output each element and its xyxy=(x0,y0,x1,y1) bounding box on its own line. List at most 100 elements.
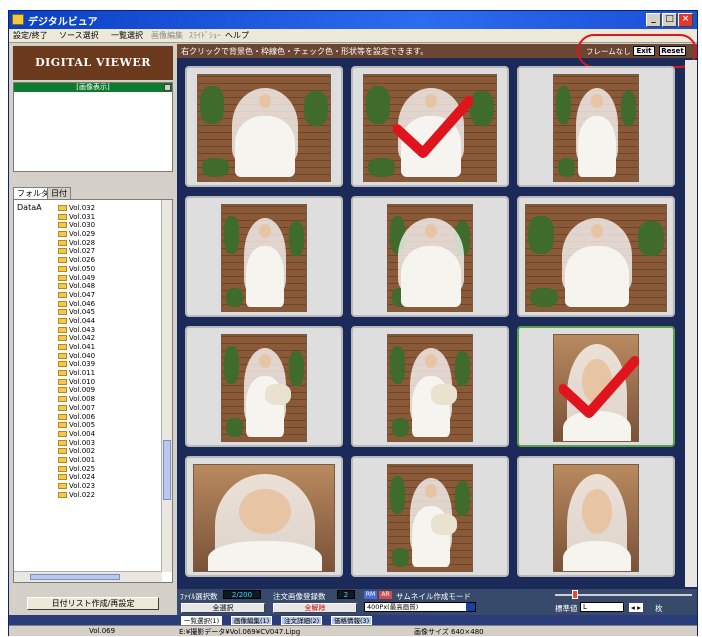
thumbnail-cell[interactable] xyxy=(517,66,675,187)
folder-item[interactable]: Vol.030 xyxy=(58,221,158,230)
thumb-mode-label: サムネイル作成モード xyxy=(396,592,471,601)
folder-item[interactable]: Vol.031 xyxy=(58,213,158,222)
folder-item[interactable]: Vol.026 xyxy=(58,256,158,265)
thumbnail-cell[interactable] xyxy=(351,196,509,317)
close-button[interactable]: × xyxy=(678,13,693,27)
folder-item[interactable]: Vol.049 xyxy=(58,274,158,283)
thumbnail-cell[interactable] xyxy=(351,456,509,577)
folder-tree[interactable]: DataA Vol.032 Vol.031 Vol.030 Vol.029 Vol.02… xyxy=(13,199,173,583)
folder-label: Vol.029 xyxy=(69,230,96,239)
folder-item[interactable]: Vol.023 xyxy=(58,482,158,491)
folder-item[interactable]: Vol.009 xyxy=(58,386,158,395)
folder-label: Vol.011 xyxy=(69,369,96,378)
menu-help[interactable]: ヘルプ xyxy=(225,30,249,41)
thumbnail-cell[interactable] xyxy=(185,456,343,577)
thumbnail-cell[interactable] xyxy=(351,326,509,447)
folder-item[interactable]: Vol.006 xyxy=(58,413,158,422)
thumbnail-cell[interactable] xyxy=(517,196,675,317)
menu-settings[interactable]: 設定/終了 xyxy=(13,30,48,41)
folder-item[interactable]: Vol.027 xyxy=(58,247,158,256)
folder-item[interactable]: Vol.044 xyxy=(58,317,158,326)
maximize-button[interactable]: □ xyxy=(662,13,677,27)
folder-item[interactable]: Vol.043 xyxy=(58,326,158,335)
folder-item[interactable]: Vol.042 xyxy=(58,334,158,343)
folder-item[interactable]: Vol.025 xyxy=(58,465,158,474)
folder-label: Vol.022 xyxy=(69,490,96,499)
menu-list[interactable]: 一覧選択 xyxy=(111,30,143,41)
thumbnail-cell[interactable] xyxy=(351,66,509,187)
folder-item[interactable]: Vol.004 xyxy=(58,430,158,439)
folder-item[interactable]: Vol.024 xyxy=(58,473,158,482)
folder-item[interactable]: Vol.041 xyxy=(58,343,158,352)
tree-scroll-thumb[interactable] xyxy=(163,440,171,500)
folder-icon xyxy=(58,404,67,411)
select-all-button[interactable]: 全選択 xyxy=(181,603,265,613)
tree-horizontal-scrollbar[interactable] xyxy=(14,571,162,582)
size-select[interactable]: L xyxy=(580,602,624,612)
folder-item[interactable]: Vol.008 xyxy=(58,395,158,404)
tree-vertical-scrollbar[interactable] xyxy=(161,200,172,572)
tab-image-edit[interactable]: 画像編集(1) xyxy=(231,616,273,625)
menu-edit[interactable]: 画像編集 xyxy=(151,30,183,41)
folder-icon xyxy=(58,326,67,333)
size-slider-thumb[interactable] xyxy=(572,590,578,599)
wedding-photo xyxy=(553,74,639,182)
menu-source[interactable]: ソース選択 xyxy=(59,30,99,41)
mode-ar-box[interactable]: AR xyxy=(379,591,392,599)
folder-item[interactable]: Vol.011 xyxy=(58,369,158,378)
folder-item[interactable]: Vol.029 xyxy=(58,230,158,239)
folder-label: Vol.025 xyxy=(69,464,96,473)
thumbnail-cell[interactable] xyxy=(517,456,675,577)
tab-order-detail[interactable]: 注文詳細(2) xyxy=(281,616,323,625)
folder-item[interactable]: Vol.002 xyxy=(58,447,158,456)
deselect-all-button[interactable]: 全解除 xyxy=(273,603,357,613)
folder-item[interactable]: Vol.022 xyxy=(58,491,158,500)
folder-item[interactable]: Vol.005 xyxy=(58,421,158,430)
minimize-button[interactable]: _ xyxy=(646,13,661,27)
tree-hscroll-thumb[interactable] xyxy=(30,574,120,580)
mode-select[interactable]: 400Px(最高画質) xyxy=(364,602,476,612)
folder-icon xyxy=(58,370,67,377)
thumbnail-cell[interactable] xyxy=(185,196,343,317)
thumbnail-scrollbar[interactable] xyxy=(685,60,697,587)
chevron-down-icon[interactable] xyxy=(466,603,475,611)
size-stepper[interactable]: ◂ ▸ xyxy=(629,603,643,612)
folder-item[interactable]: Vol.047 xyxy=(58,291,158,300)
date-list-button[interactable]: 日付リスト作成/再設定 xyxy=(27,597,159,610)
highlight-oval xyxy=(577,34,697,68)
folder-item[interactable]: Vol.003 xyxy=(58,439,158,448)
folder-label: Vol.046 xyxy=(69,299,96,308)
selection-panel: [画像表示] xyxy=(13,82,173,172)
folder-item[interactable]: Vol.048 xyxy=(58,282,158,291)
title-bar[interactable]: デジタルビュア _ □ × xyxy=(9,11,697,29)
folder-icon xyxy=(58,413,67,420)
folder-label: Vol.043 xyxy=(69,325,96,334)
mode-rm-box[interactable]: RM xyxy=(364,591,377,599)
folder-item[interactable]: Vol.046 xyxy=(58,300,158,309)
folder-icon xyxy=(58,248,67,255)
folder-item[interactable]: Vol.032 xyxy=(58,204,158,213)
folder-item[interactable]: Vol.040 xyxy=(58,352,158,361)
thumbnail-cell[interactable] xyxy=(517,326,675,447)
folder-item[interactable]: Vol.010 xyxy=(58,378,158,387)
thumbnail-cell[interactable] xyxy=(185,326,343,447)
wedding-photo xyxy=(193,464,335,572)
folder-item[interactable]: Vol.045 xyxy=(58,308,158,317)
tab-date[interactable]: 日付 xyxy=(47,187,71,199)
tab-list-select[interactable]: 一覧選択(1) xyxy=(181,616,223,625)
folder-item[interactable]: Vol.028 xyxy=(58,239,158,248)
folder-icon xyxy=(58,378,67,385)
thumbnail-cell[interactable] xyxy=(185,66,343,187)
folder-label: Vol.031 xyxy=(69,212,96,221)
folder-item[interactable]: Vol.050 xyxy=(58,265,158,274)
file-count-label: ﾌｧｲﾙ選択数 xyxy=(180,592,218,601)
folder-item[interactable]: Vol.039 xyxy=(58,360,158,369)
tab-price-info[interactable]: 価格情報(3) xyxy=(331,616,373,625)
control-panel: ﾌｧｲﾙ選択数 2/200 注文画像登録数 2 全選択 全解除 RM AR サム… xyxy=(177,589,697,615)
folder-item[interactable]: Vol.007 xyxy=(58,404,158,413)
tree-root[interactable]: DataA xyxy=(17,203,42,212)
selection-close-icon[interactable] xyxy=(164,84,171,91)
folder-label: Vol.023 xyxy=(69,482,96,490)
folder-item[interactable]: Vol.001 xyxy=(58,456,158,465)
menu-slideshow[interactable]: ｽﾗｲﾄﾞｼｮｰ xyxy=(189,30,221,41)
